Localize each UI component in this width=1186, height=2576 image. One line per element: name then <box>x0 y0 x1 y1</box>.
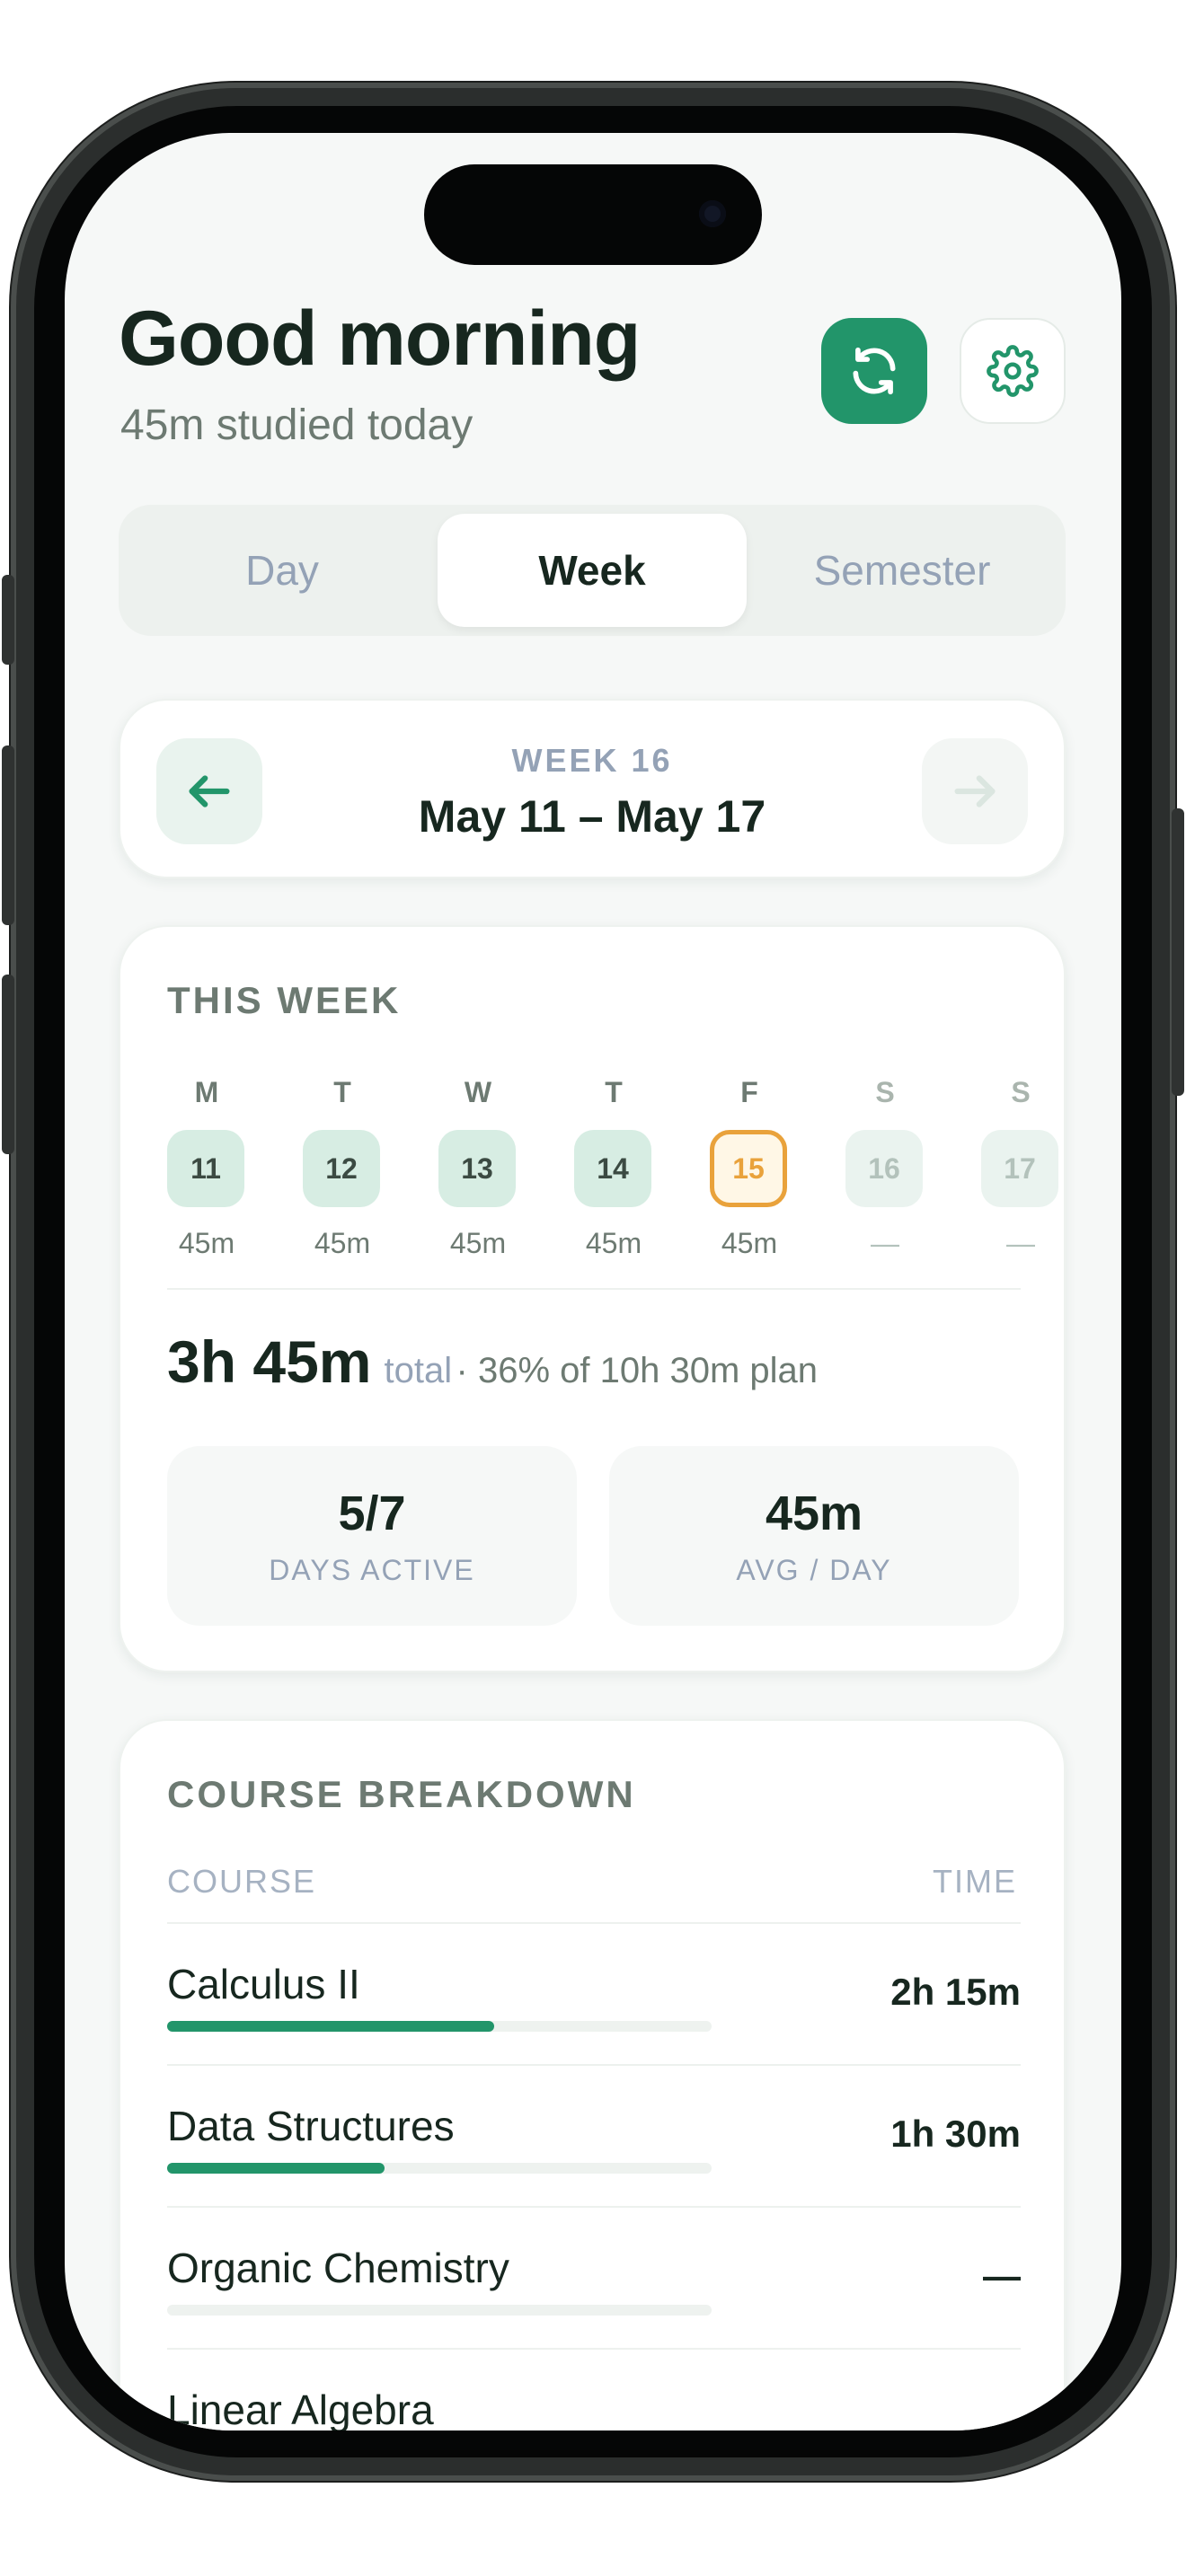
course-row[interactable]: Calculus II 2h 15m <box>167 1924 1021 2066</box>
period-selector: Day Week Semester <box>119 505 1066 636</box>
day-time: 45m <box>314 1227 371 1259</box>
total-value: 3h 45m <box>167 1328 372 1395</box>
day-time: 45m <box>721 1227 778 1259</box>
dynamic-island <box>424 164 762 265</box>
studied-today-subtitle: 45m studied today <box>120 401 474 449</box>
column-header-time: TIME <box>933 1863 1017 1900</box>
day-date: 12 <box>303 1130 380 1207</box>
day-column-today[interactable]: F 15 45m <box>710 1071 789 1260</box>
course-progress-fill <box>167 2163 385 2174</box>
day-time: — <box>1006 1227 1035 1259</box>
day-column[interactable]: S 17 — <box>981 1071 1060 1260</box>
stat-label: DAYS ACTIVE <box>269 1554 475 1586</box>
gear-icon <box>987 345 1039 397</box>
day-column[interactable]: T 14 45m <box>574 1071 653 1260</box>
day-date: 11 <box>167 1130 244 1207</box>
this-week-card: THIS WEEK M 11 45m T 12 45m W 13 45m T 1… <box>119 925 1066 1672</box>
week-navigator: WEEK 16 May 11 – May 17 <box>119 699 1066 878</box>
course-name: Data Structures <box>167 2103 455 2149</box>
day-date: 14 <box>574 1130 651 1207</box>
arrow-right-icon <box>954 775 996 807</box>
column-header-course: COURSE <box>167 1863 317 1900</box>
day-letter: M <box>194 1076 219 1108</box>
this-week-title: THIS WEEK <box>167 979 402 1021</box>
camera-icon <box>699 200 726 227</box>
stat-label: AVG / DAY <box>736 1554 892 1586</box>
next-week-button[interactable] <box>922 738 1028 844</box>
day-date: 16 <box>845 1130 923 1207</box>
course-progress-track <box>167 2021 712 2032</box>
day-letter: T <box>605 1076 623 1108</box>
course-name: Calculus II <box>167 1961 360 2007</box>
day-time: — <box>871 1227 899 1259</box>
day-letter: S <box>1011 1076 1031 1108</box>
course-breakdown-title: COURSE BREAKDOWN <box>167 1773 636 1815</box>
app-screen: Good morning 45m studied today Day Week … <box>65 133 1121 2430</box>
day-letter: F <box>740 1076 758 1108</box>
sync-button[interactable] <box>821 318 927 424</box>
volume-down-button <box>2 975 14 1154</box>
course-name: Organic Chemistry <box>167 2245 509 2291</box>
course-time: 2h 15m <box>890 1971 1021 2013</box>
day-time: 45m <box>178 1227 235 1259</box>
day-letter: T <box>333 1076 351 1108</box>
course-name: Linear Algebra <box>167 2386 434 2430</box>
day-letter: S <box>875 1076 895 1108</box>
total-word: total <box>384 1351 453 1390</box>
action-button <box>2 575 14 665</box>
day-date: 13 <box>438 1130 516 1207</box>
tab-semester[interactable]: Semester <box>748 514 1057 627</box>
course-row[interactable]: Linear Algebra <box>167 2350 1021 2430</box>
week-day-strip: M 11 45m T 12 45m W 13 45m T 14 45m F 15 <box>167 1071 1121 1277</box>
tab-day[interactable]: Day <box>128 514 437 627</box>
course-time: — <box>983 2254 1021 2297</box>
power-button <box>1172 808 1184 1096</box>
day-date-today: 15 <box>710 1130 787 1207</box>
day-time: 45m <box>449 1227 507 1259</box>
day-column[interactable]: T 12 45m <box>303 1071 382 1260</box>
volume-up-button <box>2 745 14 925</box>
settings-button[interactable] <box>960 318 1066 424</box>
tab-week[interactable]: Week <box>438 514 747 627</box>
day-column[interactable]: W 13 45m <box>438 1071 518 1260</box>
day-column[interactable]: M 11 45m <box>167 1071 246 1260</box>
avg-per-day-stat: 45m AVG / DAY <box>609 1446 1019 1626</box>
day-column[interactable]: S 16 — <box>845 1071 925 1260</box>
divider <box>167 1288 1021 1290</box>
course-progress-track <box>167 2305 712 2316</box>
day-letter: W <box>464 1076 492 1108</box>
course-progress-track <box>167 2163 712 2174</box>
stat-value: 45m <box>765 1486 863 1540</box>
course-row[interactable]: Data Structures 1h 30m <box>167 2066 1021 2208</box>
sync-icon <box>853 347 896 395</box>
course-time: 1h 30m <box>890 2113 1021 2155</box>
week-total: 3h 45m total · 36% of 10h 30m plan <box>167 1328 818 1396</box>
course-progress-fill <box>167 2021 494 2032</box>
plan-progress-text: · 36% of 10h 30m plan <box>456 1351 819 1390</box>
greeting-title: Good morning <box>119 296 641 382</box>
days-active-stat: 5/7 DAYS ACTIVE <box>167 1446 577 1626</box>
stat-value: 5/7 <box>338 1486 406 1540</box>
course-breakdown-card: COURSE BREAKDOWN COURSE TIME Calculus II… <box>119 1719 1066 2430</box>
day-date: 17 <box>981 1130 1058 1207</box>
day-time: 45m <box>585 1227 642 1259</box>
course-row[interactable]: Organic Chemistry — <box>167 2208 1021 2350</box>
